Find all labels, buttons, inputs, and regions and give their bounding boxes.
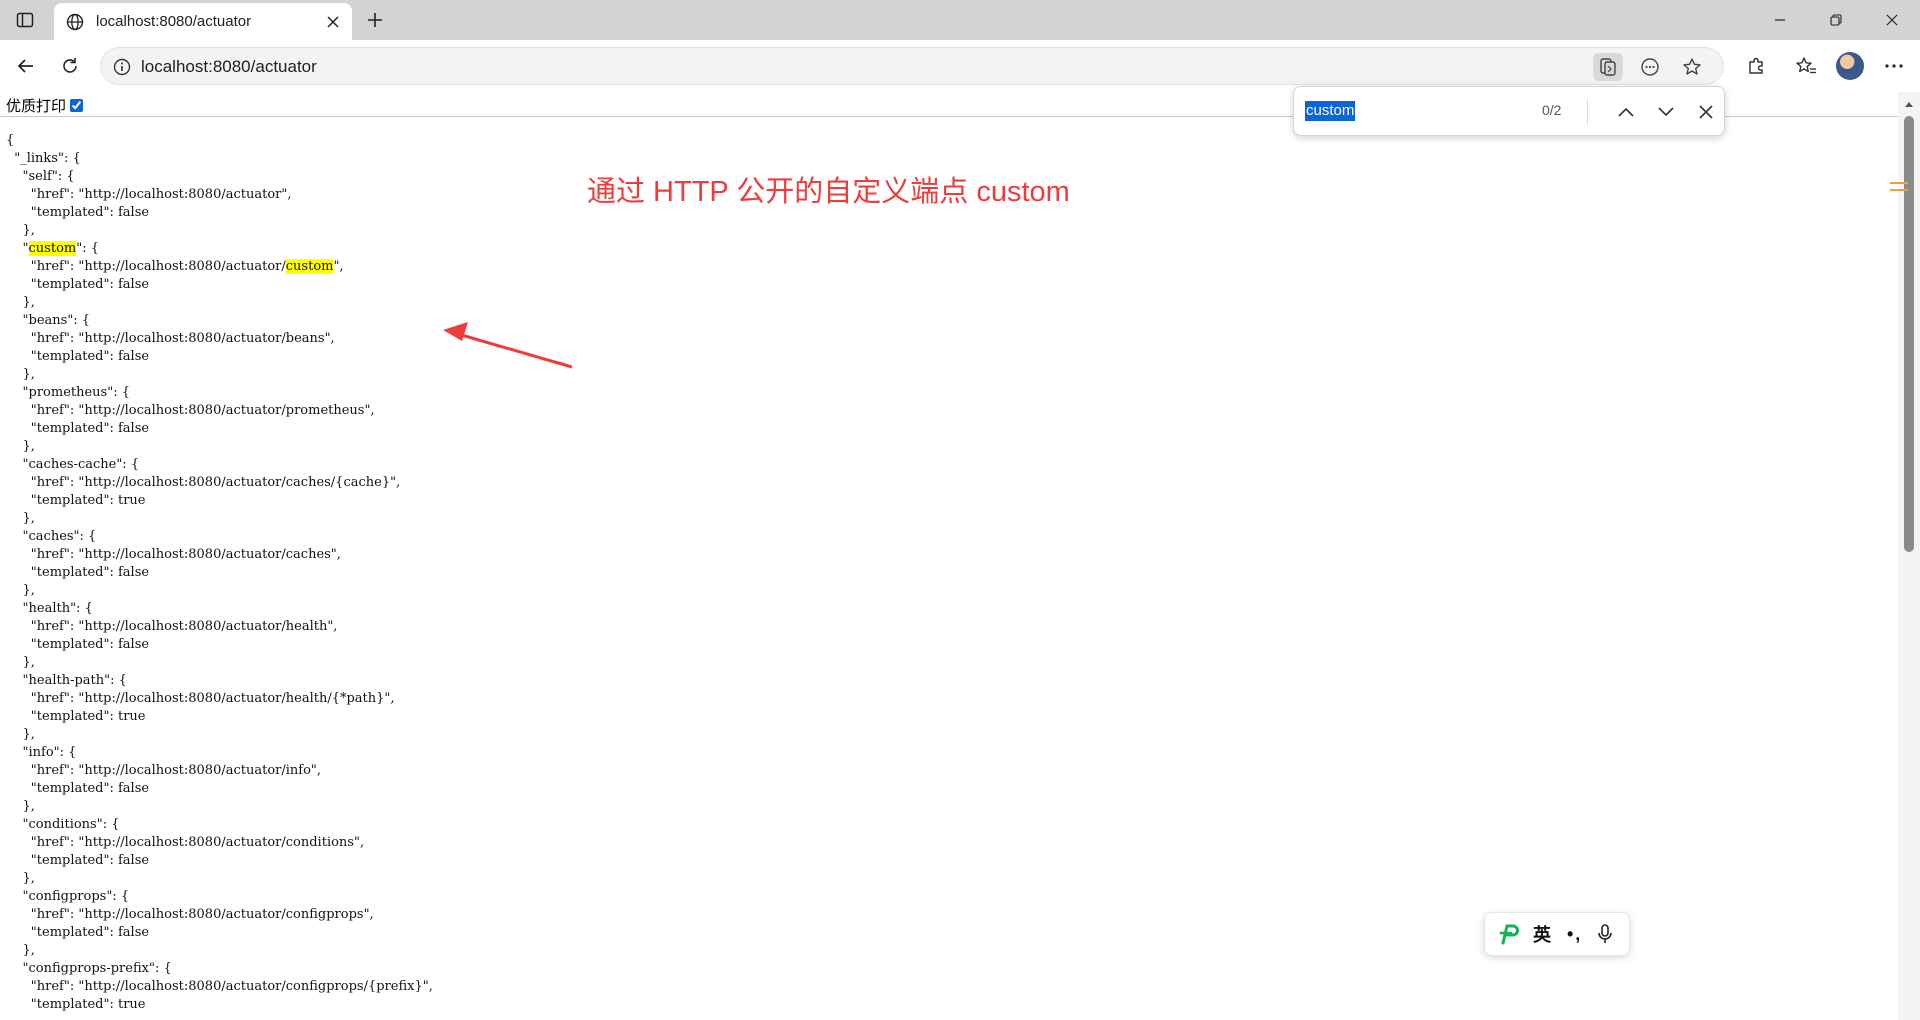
ime-language-toggle[interactable]: 英 <box>1533 921 1551 947</box>
chevron-down-icon <box>1658 107 1674 117</box>
more-tools-circle-icon[interactable] <box>1635 53 1665 81</box>
new-tab-button[interactable] <box>360 6 390 34</box>
search-match-highlight: custom <box>28 241 77 256</box>
find-result-marks <box>1890 182 1908 191</box>
restore-icon <box>1830 14 1842 26</box>
refresh-button[interactable] <box>54 50 86 82</box>
ime-punctuation-toggle[interactable]: •, <box>1567 924 1582 945</box>
avatar <box>1836 52 1864 80</box>
address-bar[interactable]: localhost:8080/actuator <box>100 47 1724 85</box>
back-button[interactable] <box>10 50 42 82</box>
vertical-scrollbar[interactable] <box>1898 92 1920 1020</box>
tab-actions-button[interactable] <box>10 6 40 34</box>
close-window-button[interactable] <box>1864 0 1920 40</box>
puzzle-icon <box>1749 57 1763 74</box>
tab-strip: localhost:8080/actuator <box>0 0 1920 40</box>
json-response: { "_links": { "self": { "href": "http://… <box>6 132 433 1014</box>
tab-title: localhost:8080/actuator <box>96 13 252 30</box>
restore-button[interactable] <box>1808 0 1864 40</box>
ime-logo-icon[interactable] <box>1497 922 1521 946</box>
find-next-button[interactable] <box>1652 98 1680 126</box>
pretty-print-label: 优质打印 <box>6 97 67 115</box>
settings-more-button[interactable] <box>1878 50 1910 82</box>
close-icon <box>1699 105 1713 119</box>
tab-actions-icon <box>16 12 34 28</box>
plus-icon <box>368 13 382 27</box>
find-result-count: 0/2 <box>1542 102 1562 118</box>
annotation-text: 通过 HTTP 公开的自定义端点 custom <box>587 176 1070 208</box>
pretty-print-checkbox[interactable] <box>70 98 84 112</box>
find-previous-button[interactable] <box>1612 98 1640 126</box>
read-aloud-icon[interactable] <box>1593 53 1623 81</box>
profile-button[interactable] <box>1834 50 1866 82</box>
scroll-up-arrow-icon[interactable] <box>1903 98 1915 110</box>
browser-toolbar: localhost:8080/actuator <box>0 40 1920 92</box>
active-tab[interactable]: localhost:8080/actuator <box>54 3 352 40</box>
pretty-print-toggle[interactable]: 优质打印 <box>6 94 84 116</box>
ime-toolbar: 英 •, <box>1484 912 1630 956</box>
annotation-arrow <box>443 322 573 369</box>
site-info-icon[interactable] <box>111 56 133 78</box>
find-bar: custom 0/2 <box>1293 86 1725 136</box>
chevron-up-icon <box>1618 107 1634 117</box>
globe-icon <box>64 11 86 33</box>
tab-close-icon[interactable] <box>322 11 344 33</box>
favorite-star-icon[interactable] <box>1677 53 1707 81</box>
ellipsis-icon <box>1885 64 1903 68</box>
refresh-icon <box>63 58 77 73</box>
json-text: ", "templated": false }, "beans": { "hre… <box>22 259 433 1012</box>
json-text: { "_links": { "self": { "href": "http://… <box>6 133 292 256</box>
extensions-button[interactable] <box>1740 50 1772 82</box>
search-match-highlight: custom <box>285 259 334 274</box>
find-input[interactable]: custom <box>1305 101 1356 121</box>
favorites-button[interactable] <box>1790 50 1822 82</box>
minimize-button[interactable] <box>1752 0 1808 40</box>
back-arrow-icon <box>17 59 33 73</box>
page-content: 优质打印 { "_links": { "self": { "href": "ht… <box>0 92 1898 1020</box>
minimize-icon <box>1775 19 1785 21</box>
divider <box>1587 99 1588 125</box>
microphone-icon[interactable] <box>1594 922 1616 946</box>
find-close-button[interactable] <box>1692 98 1720 126</box>
url-text[interactable]: localhost:8080/actuator <box>141 48 317 86</box>
favorites-list-icon <box>1796 57 1816 74</box>
close-icon <box>1886 14 1898 26</box>
